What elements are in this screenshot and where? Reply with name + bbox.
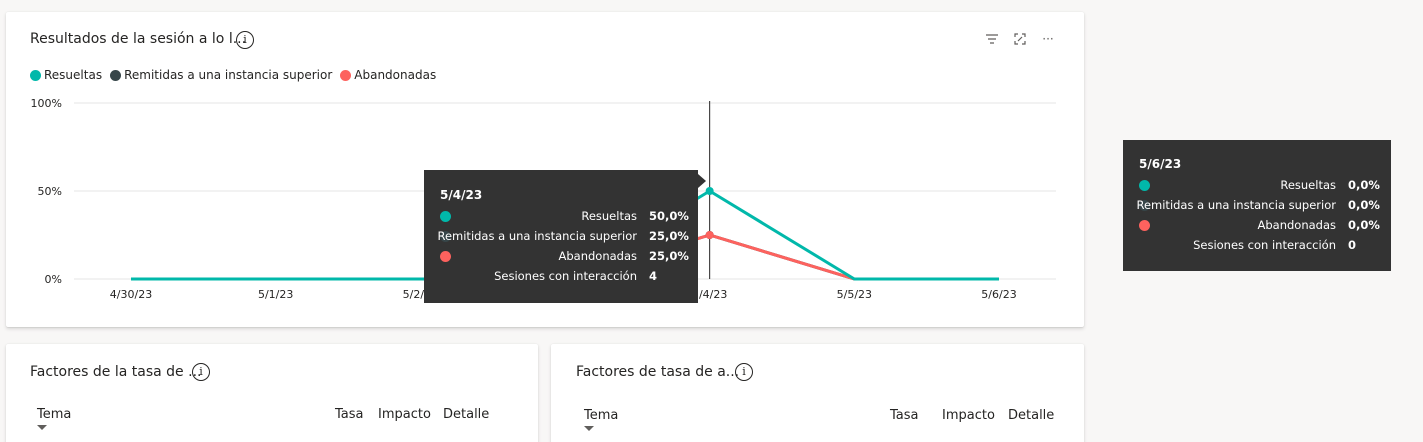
tooltip-row: Remitidas a una instancia superior 0,0% <box>1123 196 1391 216</box>
tooltip-label: Remitidas a una instancia superior <box>1136 198 1336 212</box>
column-header-impacto[interactable]: Impacto <box>378 407 431 422</box>
card-title: Factores de la tasa de ... <box>30 364 202 380</box>
tooltip-row: Sesiones con interacción 4 <box>424 267 698 287</box>
tooltip-date: 5/6/23 <box>1139 157 1182 171</box>
tooltip-dot <box>1139 180 1150 191</box>
x-tick-label: 4/30/23 <box>110 288 152 301</box>
info-icon[interactable]: i <box>192 363 210 381</box>
card-title: Factores de tasa de a... <box>576 364 740 380</box>
tooltip-label: Resueltas <box>581 209 637 223</box>
tooltip-label: Sesiones con interacción <box>1193 238 1336 252</box>
tooltip-value: 25,0% <box>649 249 689 263</box>
tooltip-value: 0,0% <box>1348 218 1380 232</box>
sort-caret-icon[interactable] <box>584 426 594 431</box>
column-header-detalle[interactable]: Detalle <box>1008 408 1054 423</box>
chart-tooltip: 5/4/23 Resueltas 50,0% Remitidas a una i… <box>424 170 706 303</box>
info-icon[interactable]: i <box>735 363 753 381</box>
tooltip-row: Abandonadas 0,0% <box>1123 216 1391 236</box>
drivers-card-right[interactable]: Factores de tasa de a... i Tema Tasa Imp… <box>551 344 1084 442</box>
tooltip-dot <box>1139 220 1150 231</box>
x-tick-label: 5/6/23 <box>981 288 1016 301</box>
x-tick-label: 5/5/23 <box>837 288 872 301</box>
column-header-impacto[interactable]: Impacto <box>942 408 995 423</box>
tooltip-row: Remitidas a una instancia superior 25,0% <box>424 227 698 247</box>
x-tick-label: 5/1/23 <box>258 288 293 301</box>
tooltip-row: Resueltas 50,0% <box>424 207 698 227</box>
column-header-tasa[interactable]: Tasa <box>890 408 919 423</box>
tooltip-dot <box>440 211 451 222</box>
tooltip-value: 0 <box>1348 238 1357 252</box>
y-tick-label: 50% <box>38 185 62 198</box>
tooltip-label: Abandonadas <box>1257 218 1336 232</box>
y-tick-label: 100% <box>31 97 62 110</box>
drivers-card-left[interactable]: Factores de la tasa de ... i Tema Tasa I… <box>6 344 538 442</box>
tooltip-label: Remitidas a una instancia superior <box>437 229 637 243</box>
column-header-tasa[interactable]: Tasa <box>335 407 364 422</box>
tooltip-value: 50,0% <box>649 209 689 223</box>
sort-caret-icon[interactable] <box>37 425 47 430</box>
tooltip-row: Resueltas 0,0% <box>1123 176 1391 196</box>
tooltip-value: 0,0% <box>1348 178 1380 192</box>
tooltip-pointer <box>698 174 706 188</box>
floating-tooltip: 5/6/23 Resueltas 0,0% Remitidas a una in… <box>1123 140 1391 271</box>
tooltip-value: 0,0% <box>1348 198 1380 212</box>
tooltip-dot <box>440 251 451 262</box>
session-outcomes-card[interactable]: Resultados de la sesión a lo l... i ··· … <box>6 12 1084 327</box>
data-point-marker-0 <box>705 187 714 195</box>
tooltip-row: Abandonadas 25,0% <box>424 247 698 267</box>
column-header-tema[interactable]: Tema <box>584 408 618 423</box>
tooltip-label: Abandonadas <box>558 249 637 263</box>
column-header-detalle[interactable]: Detalle <box>443 407 489 422</box>
y-tick-label: 0% <box>45 273 62 286</box>
tooltip-value: 4 <box>649 269 658 283</box>
tooltip-label: Resueltas <box>1280 178 1336 192</box>
data-point-marker-2 <box>705 231 714 239</box>
tooltip-value: 25,0% <box>649 229 689 243</box>
tooltip-row: Sesiones con interacción 0 <box>1123 236 1391 256</box>
column-header-tema[interactable]: Tema <box>37 407 71 422</box>
tooltip-label: Sesiones con interacción <box>494 269 637 283</box>
tooltip-date: 5/4/23 <box>440 188 483 202</box>
